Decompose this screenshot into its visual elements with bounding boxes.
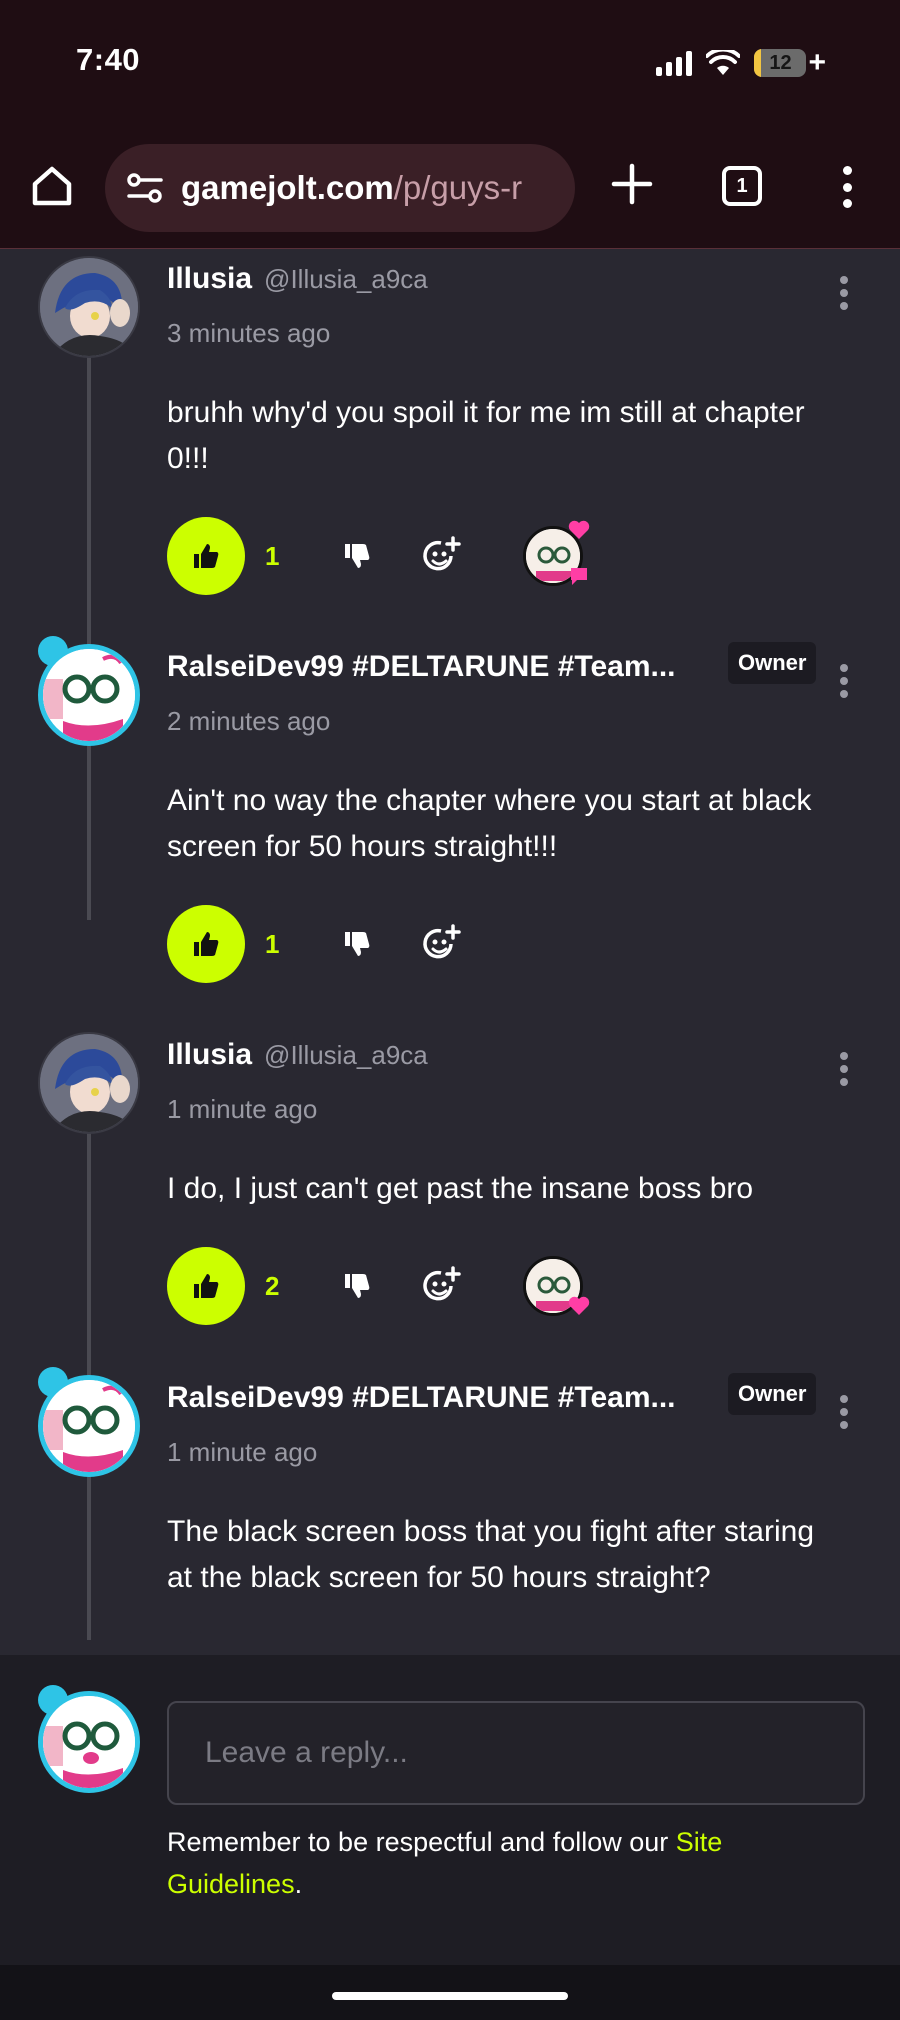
author-handle[interactable]: @Illusia_a9ca	[264, 1040, 428, 1071]
charging-icon: +	[808, 46, 826, 79]
more-options-icon[interactable]	[838, 1052, 850, 1086]
current-user-avatar[interactable]	[38, 1691, 140, 1793]
guidelines-reminder: Remember to be respectful and follow our…	[167, 1821, 827, 1905]
reminder-end: .	[294, 1869, 303, 1899]
illusia-avatar-image	[40, 258, 138, 356]
like-button[interactable]	[167, 1247, 245, 1325]
comment-body: Ain't no way the chapter where you start…	[167, 784, 812, 863]
thumbs-down-icon	[345, 1274, 370, 1298]
dislike-button[interactable]	[335, 1264, 379, 1308]
home-indicator[interactable]	[332, 1992, 568, 2000]
more-options-icon[interactable]	[838, 1395, 850, 1429]
thumbs-up-icon	[194, 544, 219, 568]
add-reaction-icon	[423, 924, 461, 959]
comment-timestamp[interactable]: 3 minutes ago	[167, 318, 330, 349]
thumbs-up-icon	[194, 1274, 219, 1298]
author-name[interactable]: Illusia	[167, 262, 252, 296]
comment-timestamp[interactable]: 1 minute ago	[167, 1437, 317, 1468]
battery-icon: 12 +	[754, 46, 826, 80]
add-reaction-button[interactable]	[419, 1264, 463, 1308]
comment-actions: 1	[167, 905, 463, 983]
comment-timestamp[interactable]: 2 minutes ago	[167, 706, 330, 737]
avatar[interactable]	[38, 1375, 140, 1477]
like-count: 1	[265, 540, 280, 571]
status-icons: 12 +	[656, 46, 826, 80]
ralsei-avatar-image	[43, 1380, 135, 1472]
comment-timestamp[interactable]: 1 minute ago	[167, 1094, 317, 1125]
speech-bubble-icon	[571, 568, 587, 585]
add-reaction-icon	[423, 536, 461, 571]
comment-header: Illusia @Illusia_a9ca	[167, 1038, 428, 1072]
thumbs-up-icon	[194, 932, 219, 956]
url-text[interactable]: gamejolt.com/p/guys-r	[181, 169, 522, 207]
add-reaction-icon	[423, 1266, 461, 1301]
comment-body: bruhh why'd you spoil it for me im still…	[167, 396, 805, 475]
ralsei-avatar-image	[43, 1696, 135, 1788]
thread-connector	[87, 340, 91, 920]
reaction-avatar-group[interactable]	[463, 1256, 590, 1316]
like-button[interactable]	[167, 517, 245, 595]
comment-header: Illusia @Illusia_a9ca	[167, 262, 428, 296]
thumbs-down-icon	[345, 932, 370, 956]
address-bar[interactable]: gamejolt.com/p/guys-r	[105, 144, 575, 232]
reaction-avatar-group[interactable]	[463, 520, 590, 586]
thumbs-down-icon	[345, 544, 370, 568]
battery-level: 12	[769, 51, 792, 74]
like-count: 2	[265, 1270, 280, 1301]
author-name[interactable]: Illusia	[167, 1038, 252, 1072]
add-reaction-button[interactable]	[419, 534, 463, 578]
reply-composer: Remember to be respectful and follow our…	[0, 1655, 900, 1965]
comment-actions: 1	[167, 517, 590, 595]
reply-input[interactable]	[167, 1701, 865, 1805]
owner-badge: Owner	[728, 1373, 817, 1415]
comment-actions: 2	[167, 1247, 590, 1325]
home-icon[interactable]	[30, 164, 74, 208]
dislike-button[interactable]	[335, 922, 379, 966]
add-reaction-button[interactable]	[419, 922, 463, 966]
url-domain: gamejolt.com	[181, 169, 394, 206]
ralsei-avatar-image	[43, 649, 135, 741]
wifi-icon	[706, 50, 741, 75]
avatar[interactable]	[38, 644, 140, 746]
reminder-text: Remember to be respectful and follow our	[167, 1827, 676, 1857]
like-count: 1	[265, 928, 280, 959]
comment-header: RalseiDev99 #DELTARUNE #Team...	[167, 1381, 676, 1415]
heart-icon	[568, 1296, 590, 1315]
system-navigation-bar	[0, 1965, 900, 2020]
comment-body: The black screen boss that you fight aft…	[167, 1515, 815, 1594]
dislike-button[interactable]	[335, 534, 379, 578]
owner-badge: Owner	[728, 642, 817, 684]
new-tab-icon[interactable]	[610, 162, 654, 206]
illusia-avatar-image	[40, 1034, 138, 1132]
author-name[interactable]: RalseiDev99 #DELTARUNE #Team...	[167, 1381, 676, 1415]
heart-icon	[568, 520, 590, 539]
comment-body: I do, I just can't get past the insane b…	[167, 1172, 754, 1205]
like-button[interactable]	[167, 905, 245, 983]
more-options-icon[interactable]	[838, 276, 850, 310]
url-path: /p/guys-r	[393, 169, 523, 206]
author-handle[interactable]: @Illusia_a9ca	[264, 264, 428, 295]
comment-header: RalseiDev99 #DELTARUNE #Team...	[167, 650, 676, 684]
browser-chrome: 7:40 12 + gamejolt.com/p/guys-r 1	[0, 0, 900, 249]
author-name[interactable]: RalseiDev99 #DELTARUNE #Team...	[167, 650, 676, 684]
site-settings-icon[interactable]	[125, 168, 165, 208]
avatar[interactable]	[38, 1032, 140, 1134]
more-options-icon[interactable]	[838, 664, 850, 698]
status-time: 7:40	[76, 42, 141, 77]
browser-menu-icon[interactable]	[840, 166, 854, 208]
tab-switcher-button[interactable]: 1	[722, 166, 762, 206]
avatar[interactable]	[38, 256, 140, 358]
signal-icon	[656, 50, 693, 76]
comment-thread: Illusia @Illusia_a9ca 3 minutes ago bruh…	[0, 250, 900, 1655]
